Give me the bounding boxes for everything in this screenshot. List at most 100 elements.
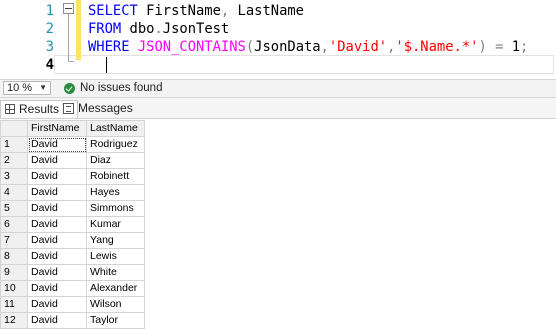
code-token: ) xyxy=(478,39,487,55)
code-line-select[interactable]: SELECT FirstName, LastName xyxy=(88,2,304,20)
code-token: JSON_CONTAINS xyxy=(129,39,246,55)
lastname-cell[interactable]: Diaz xyxy=(86,152,145,169)
code-token: '$.Name.*' xyxy=(395,39,479,55)
row-number-cell[interactable]: 5 xyxy=(0,200,28,217)
tab-results-label: Results xyxy=(19,102,60,116)
query-editor[interactable]: 1 2 3 4 SELECT FirstName, LastName FROM … xyxy=(0,0,556,78)
lastname-cell[interactable]: Alexander xyxy=(86,280,145,297)
tab-messages-label: Messages xyxy=(78,101,133,115)
firstname-cell[interactable]: David xyxy=(27,312,87,329)
change-tracking-bar xyxy=(76,0,81,60)
lastname-cell[interactable]: Robinett xyxy=(86,168,145,185)
column-header-firstname[interactable]: FirstName xyxy=(27,120,87,137)
firstname-cell[interactable]: David xyxy=(27,280,87,297)
row-number-cell[interactable]: 4 xyxy=(0,184,28,201)
table-row[interactable]: 2 David Diaz xyxy=(0,152,145,169)
code-token: . xyxy=(154,21,163,37)
zoom-value: 10 % xyxy=(7,82,33,94)
code-token: FirstName xyxy=(137,3,221,19)
row-number-cell[interactable]: 3 xyxy=(0,168,28,185)
line-number: 1 xyxy=(45,3,54,19)
code-token: JsonData xyxy=(254,39,321,55)
table-row[interactable]: 8 David Lewis xyxy=(0,248,145,265)
code-line-from[interactable]: FROM dbo.JsonTest xyxy=(88,20,229,38)
lastname-cell[interactable]: Kumar xyxy=(86,216,145,233)
table-row[interactable]: 6 David Kumar xyxy=(0,216,145,233)
results-grid-area: FirstName LastName 1 David Rodriguez 2 David… xyxy=(0,119,556,329)
tab-messages[interactable]: Messages xyxy=(60,100,150,117)
lastname-cell[interactable]: Taylor xyxy=(86,312,145,329)
table-row[interactable]: 11 David Wilson xyxy=(0,296,145,313)
column-header-lastname[interactable]: LastName xyxy=(86,120,145,137)
firstname-cell[interactable]: David xyxy=(27,216,87,233)
firstname-cell[interactable]: David xyxy=(27,136,87,153)
line-number: 2 xyxy=(45,21,54,37)
row-number-cell[interactable]: 11 xyxy=(0,296,28,313)
issues-status[interactable]: No issues found xyxy=(80,81,162,95)
code-token: , xyxy=(320,39,329,55)
lastname-cell[interactable]: White xyxy=(86,264,145,281)
firstname-cell[interactable]: David xyxy=(27,248,87,265)
row-number-cell[interactable]: 10 xyxy=(0,280,28,297)
grid-body: 1 David Rodriguez 2 David Diaz 3 David Robinett 4… xyxy=(0,136,145,329)
lastname-cell[interactable]: Yang xyxy=(86,232,145,249)
lastname-cell[interactable]: Rodriguez xyxy=(86,136,145,153)
row-number-cell[interactable]: 9 xyxy=(0,264,28,281)
table-row[interactable]: 10 David Alexander xyxy=(0,280,145,297)
code-token: dbo xyxy=(121,21,155,37)
row-number-cell[interactable]: 1 xyxy=(0,136,28,153)
current-line-highlight xyxy=(54,55,554,74)
table-row[interactable]: 1 David Rodriguez xyxy=(0,136,145,153)
code-token: ( xyxy=(245,39,255,55)
code-token: LastName xyxy=(229,3,304,19)
firstname-cell[interactable]: David xyxy=(27,152,87,169)
line-number-current: 4 xyxy=(45,57,54,73)
lastname-cell[interactable]: Wilson xyxy=(86,296,145,313)
lastname-cell[interactable]: Lewis xyxy=(86,248,145,265)
lastname-cell[interactable]: Simmons xyxy=(86,200,145,217)
line-number-gutter: 1 2 3 4 xyxy=(0,0,58,78)
code-token: , xyxy=(220,3,230,19)
zoom-dropdown[interactable]: 10 % ▼ xyxy=(3,81,51,95)
table-row[interactable]: 3 David Robinett xyxy=(0,168,145,185)
table-row[interactable]: 12 David Taylor xyxy=(0,312,145,329)
firstname-cell[interactable]: David xyxy=(27,168,87,185)
code-token: JsonTest xyxy=(162,21,230,37)
row-number-cell[interactable]: 2 xyxy=(0,152,28,169)
code-token: SELECT xyxy=(88,3,138,19)
grid-icon xyxy=(5,104,15,114)
code-token: WHERE xyxy=(88,39,130,55)
outline-guide-end xyxy=(68,61,74,62)
text-caret xyxy=(106,57,107,73)
firstname-cell[interactable]: David xyxy=(27,184,87,201)
lastname-cell[interactable]: Hayes xyxy=(86,184,145,201)
collapse-toggle-icon[interactable] xyxy=(63,3,74,14)
table-row[interactable]: 4 David Hayes xyxy=(0,184,145,201)
row-number-cell[interactable]: 6 xyxy=(0,216,28,233)
code-token: FROM xyxy=(88,21,122,37)
grid-corner[interactable] xyxy=(0,120,28,137)
firstname-cell[interactable]: David xyxy=(27,296,87,313)
row-number-cell[interactable]: 12 xyxy=(0,312,28,329)
table-row[interactable]: 9 David White xyxy=(0,264,145,281)
firstname-cell[interactable]: David xyxy=(27,232,87,249)
outline-guide xyxy=(68,14,69,62)
table-row[interactable]: 7 David Yang xyxy=(0,232,145,249)
firstname-cell[interactable]: David xyxy=(27,264,87,281)
chevron-down-icon[interactable]: ▼ xyxy=(39,82,47,94)
results-grid: FirstName LastName 1 David Rodriguez 2 David… xyxy=(0,120,145,329)
firstname-cell[interactable]: David xyxy=(27,200,87,217)
row-number-cell[interactable]: 7 xyxy=(0,232,28,249)
code-line-where[interactable]: WHERE JSON_CONTAINS(JsonData,'David','$.… xyxy=(88,38,528,56)
code-token: 1 xyxy=(503,39,521,55)
grid-header-row: FirstName LastName xyxy=(0,120,145,137)
editor-status-strip: 10 % ▼ No issues found xyxy=(0,79,556,98)
code-token: ; xyxy=(520,39,529,55)
messages-icon xyxy=(63,103,74,114)
check-circle-icon xyxy=(64,83,75,94)
table-row[interactable]: 5 David Simmons xyxy=(0,200,145,217)
line-number: 3 xyxy=(45,39,54,55)
code-token: 'David' xyxy=(328,39,388,55)
row-number-cell[interactable]: 8 xyxy=(0,248,28,265)
